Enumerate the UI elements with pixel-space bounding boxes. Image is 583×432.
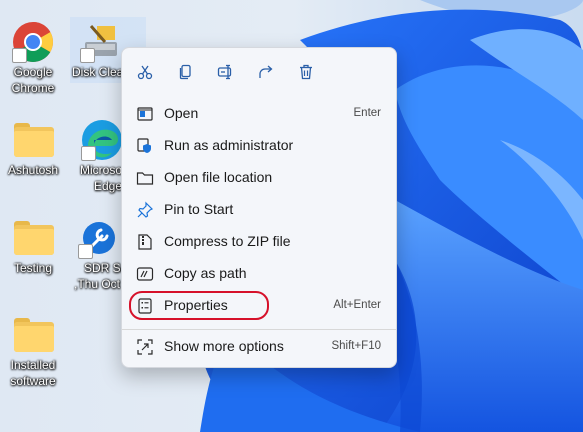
menu-item-shortcut: Alt+Enter <box>333 299 381 311</box>
path-icon <box>136 267 154 281</box>
menu-item-run-as-administrator[interactable]: Run as administrator <box>126 131 391 161</box>
menu-item-label: Pin to Start <box>164 201 234 217</box>
desktop-icon-label: Installed <box>10 358 56 372</box>
menu-item-compress-to-zip[interactable]: Compress to ZIP file <box>126 227 391 257</box>
properties-highlight-outline <box>129 291 269 320</box>
desktop-icon-microsoft-edge[interactable]: Microso Edge <box>80 118 124 194</box>
menu-item-shortcut: Shift+F10 <box>331 340 381 352</box>
desktop-icon-label: Edge <box>94 179 123 193</box>
menu-item-label: Open file location <box>164 169 273 185</box>
wrench-icon <box>77 216 121 260</box>
desktop-icon-label: Google <box>13 65 53 79</box>
chrome-icon <box>11 20 55 64</box>
shortcut-arrow-icon <box>12 48 27 63</box>
cut-icon <box>137 65 153 80</box>
desktop-icon-installed-software[interactable]: Installed software <box>4 313 62 389</box>
menu-item-label: Run as administrator <box>164 137 294 153</box>
rename-button[interactable] <box>212 58 240 86</box>
menu-item-label: Compress to ZIP file <box>164 233 291 249</box>
rename-icon <box>217 64 232 80</box>
menu-item-open-file-location[interactable]: Open file location <box>126 163 391 193</box>
zip-icon <box>138 234 152 250</box>
desktop-icon-label: Microso <box>80 163 123 177</box>
desktop-icon-label: Chrome <box>11 81 55 95</box>
desktop-icon-testing[interactable]: Testing <box>4 216 62 276</box>
desktop-icon-google-chrome[interactable]: Google Chrome <box>4 20 62 96</box>
share-button[interactable] <box>252 58 280 86</box>
folder-icon <box>11 313 55 357</box>
open-icon <box>137 107 153 121</box>
copy-icon <box>179 64 191 80</box>
folder-icon <box>136 172 154 185</box>
desktop-icon-label: ,Thu Oct <box>74 277 121 291</box>
desktop-icon-label: Testing <box>13 261 53 275</box>
shield-icon <box>137 138 151 153</box>
menu-item-label: Show more options <box>164 338 284 354</box>
folder-icon <box>11 216 55 260</box>
context-menu-toolbar <box>122 58 396 86</box>
shortcut-arrow-icon <box>78 244 93 259</box>
menu-item-label: Copy as path <box>164 265 247 281</box>
folder-icon <box>11 118 55 162</box>
edge-icon <box>80 118 124 162</box>
desktop-icon-label: software <box>10 374 56 388</box>
menu-separator <box>122 329 396 330</box>
context-menu: Open Enter Run as administrator Open fil… <box>121 47 397 368</box>
menu-item-show-more-options[interactable]: Show more options Shift+F10 <box>126 332 391 362</box>
menu-item-open[interactable]: Open Enter <box>126 99 391 129</box>
menu-item-pin-to-start[interactable]: Pin to Start <box>126 195 391 225</box>
share-icon <box>259 65 273 78</box>
more-options-icon <box>137 339 153 355</box>
desktop-icon-sdr-scan[interactable]: SDR Sc ,Thu Oct <box>74 216 127 292</box>
menu-item-label: Open <box>164 105 199 121</box>
shortcut-arrow-icon <box>80 48 95 63</box>
pin-icon <box>137 201 154 218</box>
desktop: Google Chrome Disk Clea Ashutosh Microso… <box>0 0 583 432</box>
desktop-icon-label: Ashutosh <box>7 163 59 177</box>
menu-item-shortcut: Enter <box>353 107 382 119</box>
copy-button[interactable] <box>172 58 200 86</box>
menu-item-copy-as-path[interactable]: Copy as path <box>126 259 391 289</box>
disk-cleanup-icon <box>79 20 123 64</box>
desktop-icon-label: SDR Sc <box>84 261 127 275</box>
cut-button[interactable] <box>131 58 159 86</box>
shortcut-arrow-icon <box>81 146 96 161</box>
delete-button[interactable] <box>292 58 320 86</box>
desktop-icon-ashutosh[interactable]: Ashutosh <box>4 118 62 178</box>
delete-icon <box>300 64 312 80</box>
